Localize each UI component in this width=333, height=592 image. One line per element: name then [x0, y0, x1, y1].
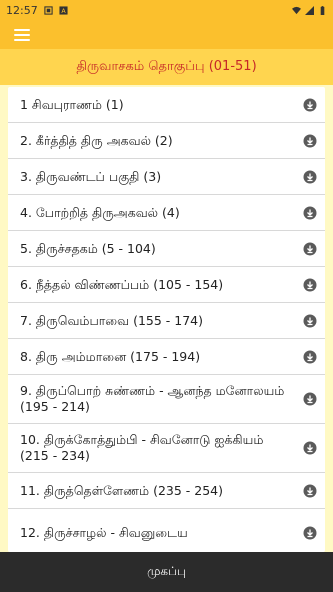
notification-icon	[44, 5, 53, 15]
chapter-list[interactable]: 1 சிவபுராணம் (1) 2. கீர்த்தித் திரு அகவல…	[8, 87, 325, 552]
list-item-label: 4. போற்றித் திருஅகவல் (4)	[20, 204, 180, 220]
status-left: 12:57 A	[6, 4, 292, 17]
wifi-icon	[292, 6, 301, 14]
status-bar: 12:57 A	[0, 0, 333, 20]
download-icon[interactable]	[303, 278, 317, 292]
list-item-label: 11. திருத்தெள்ளேணம் (235 - 254)	[20, 482, 223, 498]
list-item-label: 8. திரு அம்மானை (175 - 194)	[20, 348, 201, 364]
list-item[interactable]: 3. திருவண்டப் பகுதி (3)	[8, 159, 325, 195]
download-icon[interactable]	[303, 484, 317, 498]
list-item-label: 10. திருக்கோத்தும்பி - சிவனோடு ஐக்கியம் …	[20, 432, 264, 463]
list-item[interactable]: 2. கீர்த்தித் திரு அகவல் (2)	[8, 123, 325, 159]
signal-icon	[305, 5, 314, 15]
svg-text:A: A	[61, 8, 66, 15]
status-right	[292, 5, 327, 15]
list-item-label: 1 சிவபுராணம் (1)	[20, 96, 124, 112]
list-item[interactable]: 1 சிவபுராணம் (1)	[8, 87, 325, 123]
list-item[interactable]: 7. திருவெம்பாவை (155 - 174)	[8, 303, 325, 339]
toolbar	[0, 20, 333, 49]
list-item[interactable]: 8. திரு அம்மானை (175 - 194)	[8, 339, 325, 375]
download-icon[interactable]	[303, 350, 317, 364]
list-item-label: 3. திருவண்டப் பகுதி (3)	[20, 168, 162, 184]
list-item[interactable]: 9. திருப்பொற் சுண்ணம் - ஆனந்த மனோலயம் (1…	[8, 375, 325, 424]
hamburger-menu-icon[interactable]	[14, 28, 30, 41]
download-icon[interactable]	[303, 526, 317, 540]
home-nav-button[interactable]: முகப்பு	[0, 552, 333, 592]
download-icon[interactable]	[303, 242, 317, 256]
download-icon[interactable]	[303, 98, 317, 112]
list-item-label: 2. கீர்த்தித் திரு அகவல் (2)	[20, 132, 173, 148]
list-item[interactable]: 6. நீத்தல் விண்ணப்பம் (105 - 154)	[8, 267, 325, 303]
download-icon[interactable]	[303, 392, 317, 406]
list-item[interactable]: 4. போற்றித் திருஅகவல் (4)	[8, 195, 325, 231]
download-icon[interactable]	[303, 134, 317, 148]
list-item[interactable]: 5. திருச்சதகம் (5 - 104)	[8, 231, 325, 267]
page-title: திருவாசகம் தொகுப்பு (01-51)	[0, 49, 333, 85]
list-item-label: 6. நீத்தல் விண்ணப்பம் (105 - 154)	[20, 276, 224, 292]
a-icon: A	[59, 5, 68, 15]
list-item-label: 5. திருச்சதகம் (5 - 104)	[20, 240, 156, 256]
home-nav-label: முகப்பு	[147, 564, 186, 578]
list-item[interactable]: 12. திருச்சாழல் - சிவனுடைய	[8, 509, 325, 552]
status-time: 12:57	[6, 3, 38, 17]
download-icon[interactable]	[303, 206, 317, 220]
download-icon[interactable]	[303, 441, 317, 455]
list-item-label: 12. திருச்சாழல் - சிவனுடைய	[20, 525, 188, 540]
list-item-label: 9. திருப்பொற் சுண்ணம் - ஆனந்த மனோலயம் (1…	[20, 383, 285, 414]
list-item[interactable]: 10. திருக்கோத்தும்பி - சிவனோடு ஐக்கியம் …	[8, 424, 325, 473]
list-item-label: 7. திருவெம்பாவை (155 - 174)	[20, 312, 204, 328]
download-icon[interactable]	[303, 170, 317, 184]
download-icon[interactable]	[303, 314, 317, 328]
list-item[interactable]: 11. திருத்தெள்ளேணம் (235 - 254)	[8, 473, 325, 509]
battery-icon	[320, 5, 325, 15]
